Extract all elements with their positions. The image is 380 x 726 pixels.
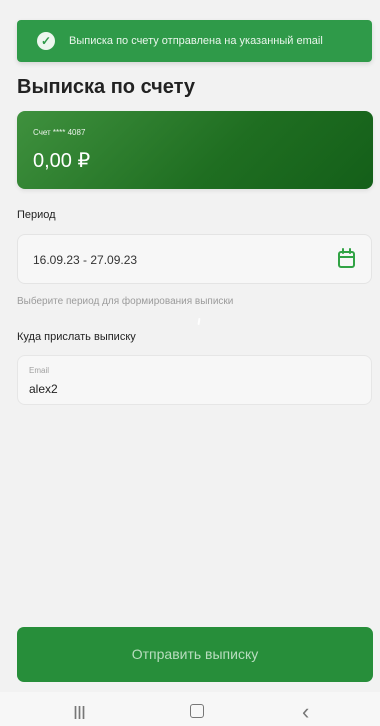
success-toast: ✓ Выписка по счету отправлена на указанн… <box>17 20 372 62</box>
system-navigation-bar: III ‹ <box>0 692 380 726</box>
account-number: Счет **** 4087 <box>33 128 86 137</box>
back-icon[interactable]: ‹ <box>302 701 309 723</box>
period-field[interactable]: 16.09.23 - 27.09.23 <box>17 234 372 284</box>
check-circle-icon: ✓ <box>37 32 55 50</box>
email-field-label: Email <box>29 366 50 375</box>
account-balance: 0,00 ₽ <box>33 150 91 172</box>
calendar-icon[interactable] <box>337 248 357 270</box>
page-title: Выписка по счету <box>17 76 196 98</box>
statement-screen: ✓ Выписка по счету отправлена на указанн… <box>0 0 380 726</box>
home-icon[interactable] <box>190 704 204 718</box>
account-card: Счет **** 4087 0,00 ₽ <box>17 111 373 189</box>
period-helper-text: Выберите период для формирования выписки <box>17 296 234 307</box>
email-input-value[interactable]: alex2 <box>29 382 58 397</box>
text-cursor <box>197 317 201 326</box>
period-value: 16.09.23 - 27.09.23 <box>33 253 138 267</box>
period-label: Период <box>17 209 56 221</box>
email-field[interactable]: Email alex2 <box>17 355 372 405</box>
email-section-label: Куда прислать выписку <box>17 331 136 343</box>
recents-icon[interactable]: III <box>73 704 86 722</box>
send-statement-button[interactable]: Отправить выписку <box>17 627 373 682</box>
toast-message: Выписка по счету отправлена на указанный… <box>69 35 323 47</box>
calendar-body <box>338 251 355 268</box>
